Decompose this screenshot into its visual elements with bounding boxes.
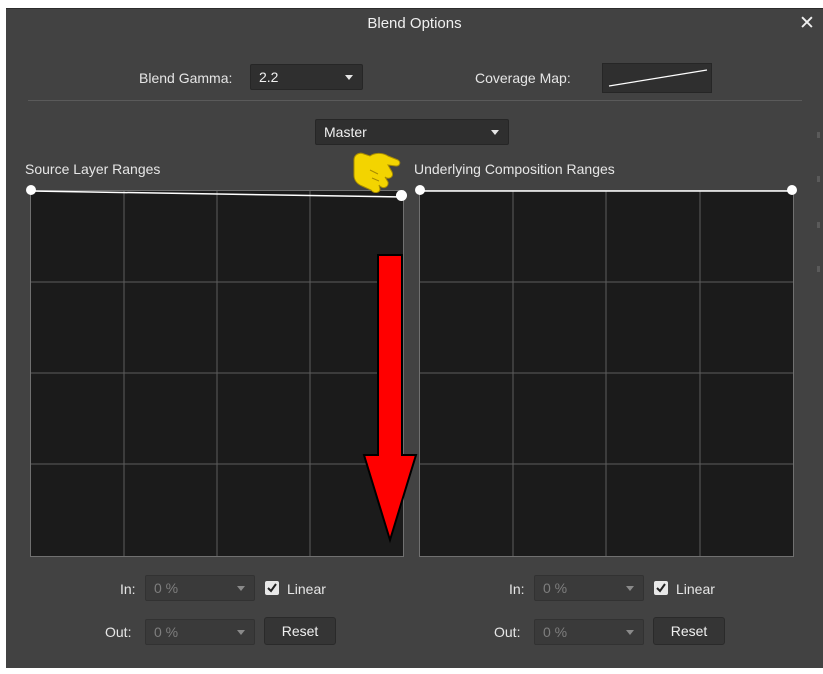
channel-value: Master [324, 124, 367, 140]
underlying-in-field[interactable]: 0 % [534, 575, 644, 601]
checkmark-icon [656, 583, 666, 593]
blend-gamma-value: 2.2 [259, 69, 279, 85]
underlying-in-value: 0 % [543, 580, 568, 596]
blend-options-dialog: Blend Options ✕ Blend Gamma: 2.2 Coverag… [6, 8, 823, 668]
underlying-curve-handle-start[interactable] [415, 185, 425, 195]
underlying-curve-handle-end[interactable] [787, 185, 797, 195]
channel-select[interactable]: Master [315, 119, 509, 145]
source-ranges-graph[interactable] [30, 190, 404, 557]
dialog-titlebar[interactable]: Blend Options ✕ [6, 9, 823, 39]
coverage-map-curve[interactable] [602, 63, 712, 93]
chevron-down-icon [491, 130, 499, 135]
underlying-out-label: Out: [494, 624, 521, 640]
source-layer-ranges-title: Source Layer Ranges [25, 161, 161, 177]
blend-gamma-label: Blend Gamma: [139, 70, 233, 86]
source-in-label: In: [120, 581, 136, 597]
underlying-out-value: 0 % [543, 624, 568, 640]
underlying-out-field[interactable]: 0 % [534, 619, 644, 645]
underlying-ranges-title: Underlying Composition Ranges [414, 161, 615, 177]
underlying-ranges-graph[interactable] [419, 190, 794, 557]
underlying-linear-label: Linear [676, 581, 715, 597]
source-in-value: 0 % [154, 580, 179, 596]
source-out-value: 0 % [154, 624, 179, 640]
underlying-range-curve [420, 190, 793, 192]
source-in-field[interactable]: 0 % [145, 575, 255, 601]
header-divider [28, 100, 802, 101]
chevron-down-icon [626, 586, 634, 591]
underlying-linear-checkbox[interactable] [654, 581, 668, 595]
source-linear-checkbox[interactable] [265, 581, 279, 595]
underlying-reset-button[interactable]: Reset [653, 617, 725, 645]
close-icon[interactable]: ✕ [795, 11, 819, 37]
chevron-down-icon [237, 586, 245, 591]
source-out-label: Out: [105, 624, 132, 640]
dialog-title: Blend Options [367, 15, 462, 32]
source-curve-handle-end[interactable] [396, 190, 407, 201]
source-range-curve [30, 190, 404, 198]
source-out-field[interactable]: 0 % [145, 619, 255, 645]
coverage-curve-icon [608, 69, 708, 87]
chevron-down-icon [626, 630, 634, 635]
blend-gamma-select[interactable]: 2.2 [250, 64, 363, 90]
chevron-down-icon [345, 75, 353, 80]
background-window-edge [813, 54, 823, 674]
underlying-in-label: In: [509, 581, 525, 597]
source-reset-button[interactable]: Reset [264, 617, 336, 645]
checkmark-icon [267, 583, 277, 593]
coverage-map-label: Coverage Map: [475, 70, 571, 86]
source-linear-label: Linear [287, 581, 326, 597]
chevron-down-icon [237, 630, 245, 635]
source-curve-handle-start[interactable] [26, 185, 36, 195]
